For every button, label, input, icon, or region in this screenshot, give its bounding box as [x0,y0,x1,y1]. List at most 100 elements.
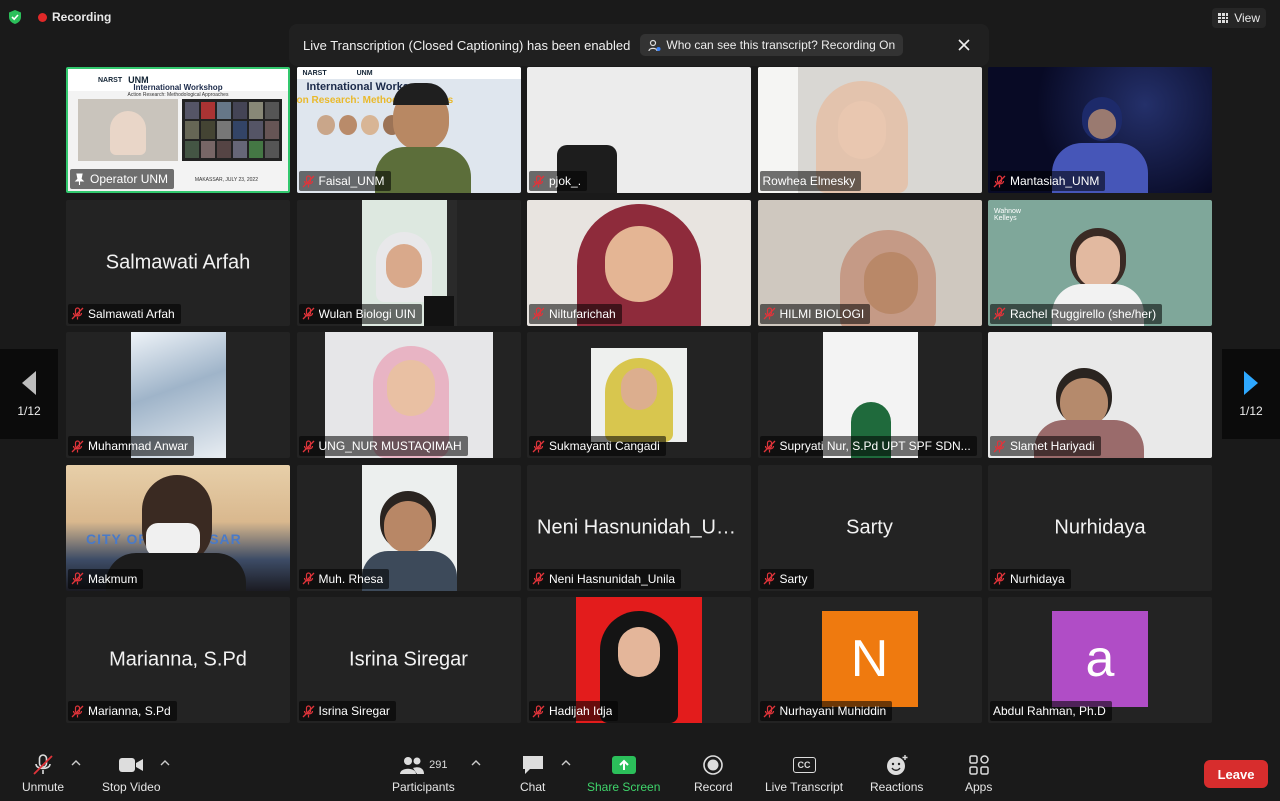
video-tile[interactable]: HILMI BIOLOGI [757,199,982,326]
video-tile[interactable]: Wulan Biologi UIN [296,199,521,326]
participant-name: HILMI BIOLOGI [779,306,865,321]
muted-mic-icon [993,174,1006,187]
apps-button[interactable]: Apps [965,754,992,794]
participant-name: Isrina Siregar [318,704,390,718]
chevron-up-icon[interactable] [561,758,571,768]
participant-label: Niltufarichah [529,303,622,324]
participant-name: Marianna, S.Pd [88,704,171,718]
video-tile[interactable]: Niltufarichah [527,199,751,326]
unmute-label: Unmute [22,780,65,794]
muted-mic-icon [71,307,84,320]
transcription-message: Live Transcription (Closed Captioning) h… [303,37,631,53]
participant-name: Rachel Ruggirello (she/her) [1010,306,1157,321]
video-tile[interactable]: Isrina Siregar Isrina Siregar [296,597,521,723]
video-tile[interactable]: Sarty Sarty [757,464,982,591]
muted-mic-icon [532,439,545,452]
participant-name: Rowhea Elmesky [762,174,856,188]
chevron-up-icon[interactable] [471,758,481,768]
arrow-right-icon [1244,371,1258,395]
chevron-up-icon[interactable] [160,758,170,768]
chat-button[interactable]: Chat [520,754,545,794]
video-tile[interactable]: Slamet Hariyadi [988,332,1212,458]
muted-mic-icon [532,307,545,320]
arrow-left-icon [22,371,36,395]
transcription-banner: Live Transcription (Closed Captioning) h… [289,24,989,66]
participant-name: Muh. Rhesa [318,571,384,586]
muted-mic-icon [993,572,1006,585]
video-tile[interactable]: Nurhidaya Nurhidaya [988,464,1212,591]
video-tile[interactable]: Rowhea Elmesky [757,67,982,193]
participant-display-name: Sarty [846,516,893,538]
video-tile[interactable]: NARST UNM International Works on Researc… [296,67,521,193]
participant-display-name: Nurhidaya [1054,516,1146,538]
participant-name: UNG_NUR MUSTAQIMAH [318,439,462,453]
video-tile[interactable]: Wahnow Kelleys Rachel Ruggirello (she/he… [988,199,1212,326]
pin-icon [74,172,85,185]
participant-label: Muh. Rhesa [298,568,390,589]
stop-video-label: Stop Video [102,780,161,794]
live-transcript-button[interactable]: CC Live Transcript [765,754,843,794]
participants-button[interactable]: 291 Participants [392,754,455,794]
participant-display-name: Neni Hasnunidah_Un... [537,516,744,538]
video-tile[interactable]: Marianna, S.Pd Marianna, S.Pd [66,597,290,723]
share-screen-button[interactable]: Share Screen [587,754,660,794]
participant-label: Nurhidaya [990,568,1071,589]
recording-label: Recording [52,10,112,24]
stop-video-button[interactable]: Stop Video [102,754,161,794]
video-tile[interactable]: NARST UNM International Workshop Action … [66,67,290,193]
video-tile[interactable]: a Abdul Rahman, Ph.D [988,597,1212,723]
participant-name: Hadijah Idja [549,704,613,718]
shield-icon[interactable] [7,9,23,25]
participant-name: Muhammad Anwar [88,439,189,453]
rachel-logo: Wahnow Kelleys [994,207,1021,222]
muted-mic-icon [71,704,84,717]
unmute-button[interactable]: Unmute [22,754,64,794]
video-tile[interactable]: Sukmayanti Cangadi [527,332,751,458]
muted-mic-icon [532,572,545,585]
participant-label: Muhammad Anwar [68,436,195,456]
reactions-label: Reactions [870,780,924,794]
muted-mic-icon [302,572,314,585]
workshop-title: International Works [306,81,409,93]
video-tile[interactable]: N Nurhayani Muhiddin [757,597,982,723]
participant-name: Wulan Biologi UIN [318,306,416,321]
who-can-see-button[interactable]: Who can see this transcript? Recording O… [640,34,904,56]
video-camera-icon [119,758,144,772]
muted-mic-icon [763,704,775,717]
recording-indicator[interactable]: Recording [38,10,111,24]
view-button[interactable]: View [1212,8,1266,28]
reactions-button[interactable]: Reactions [870,754,923,794]
participant-label: Mantasiah_UNM [990,171,1106,191]
who-can-see-label: Who can see this transcript? Recording O… [666,38,896,52]
participant-display-name: Isrina Siregar [349,648,468,671]
record-button[interactable]: Record [694,754,733,794]
previous-page-button[interactable]: 1/12 [0,349,58,439]
participant-name: Sukmayanti Cangadi [549,439,660,453]
muted-mic-icon [33,754,53,775]
avatar: a [1052,611,1148,707]
close-banner-button[interactable] [953,34,975,56]
apps-label: Apps [965,780,993,794]
muted-mic-icon [71,439,84,452]
page-indicator-left: 1/12 [17,404,41,418]
leave-button[interactable]: Leave [1204,760,1268,788]
video-tile[interactable]: Supryati Nur, S.Pd UPT SPF SDN... [757,332,982,458]
next-page-button[interactable]: 1/12 [1222,349,1280,439]
participant-name: Salmawati Arfah [88,306,175,321]
participant-label: Supryati Nur, S.Pd UPT SPF SDN... [759,436,977,456]
chevron-up-icon[interactable] [71,758,81,768]
participant-label: Salmawati Arfah [68,303,181,324]
workshop-date: MAKASSAR, JULY 23, 2022 [194,177,258,183]
muted-mic-icon [532,704,545,717]
page-indicator-right: 1/12 [1239,404,1263,418]
video-tile[interactable]: Neni Hasnunidah_Un... Neni Hasnunidah_Un… [527,464,751,591]
video-tile[interactable]: UNG_NUR MUSTAQIMAH [296,332,521,458]
video-tile[interactable]: Muhammad Anwar [66,332,290,458]
video-tile[interactable]: CITY OF MAKASSAR Makmum [66,464,290,591]
video-tile[interactable]: Muh. Rhesa [296,464,521,591]
video-tile[interactable]: Hadijah Idja [527,597,751,723]
participant-name: Niltufarichah [549,306,616,321]
video-tile[interactable]: Salmawati Arfah Salmawati Arfah [66,199,290,326]
video-tile[interactable]: Mantasiah_UNM [988,67,1212,193]
video-tile[interactable]: pjok_. [527,67,751,193]
